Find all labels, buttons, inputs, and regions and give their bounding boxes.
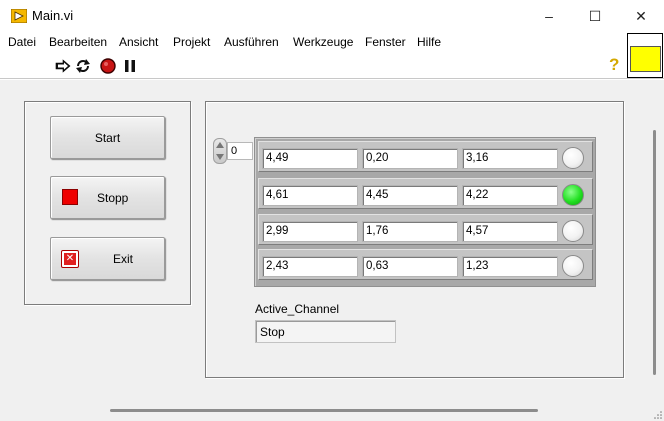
numeric-field[interactable]: 0,63 <box>362 256 458 277</box>
boolean-led[interactable] <box>562 220 584 242</box>
numeric-field[interactable]: 4,61 <box>262 185 358 206</box>
menu-projekt[interactable]: Projekt <box>173 35 210 49</box>
numeric-field[interactable]: 1,23 <box>462 256 558 277</box>
numeric-field[interactable]: 4,45 <box>362 185 458 206</box>
menu-ansicht[interactable]: Ansicht <box>119 35 158 49</box>
menu-datei[interactable]: Datei <box>8 35 36 49</box>
boolean-led[interactable] <box>562 147 584 169</box>
array-index-stepper[interactable] <box>213 138 227 164</box>
menu-fenster[interactable]: Fenster <box>365 35 406 49</box>
labview-vi-icon <box>11 9 27 23</box>
maximize-button[interactable]: ☐ <box>572 0 618 32</box>
start-button-label: Start <box>94 130 121 145</box>
boolean-led[interactable] <box>562 184 584 206</box>
start-button[interactable]: Start <box>50 116 165 159</box>
minimize-button[interactable]: – <box>526 0 572 32</box>
stop-button-label: Stopp <box>97 190 129 205</box>
horizontal-scrollbar[interactable] <box>110 409 538 412</box>
vertical-scrollbar[interactable] <box>653 130 656 375</box>
numeric-field[interactable]: 2,43 <box>262 256 358 277</box>
menu-werkzeuge[interactable]: Werkzeuge <box>293 35 353 49</box>
menu-hilfe[interactable]: Hilfe <box>417 35 441 49</box>
menu-bearbeiten[interactable]: Bearbeiten <box>49 35 107 49</box>
exit-x-icon: ✕ <box>61 250 79 268</box>
window-title: Main.vi <box>32 8 74 23</box>
stop-square-icon <box>62 189 78 205</box>
exit-button-label: Exit <box>113 251 134 266</box>
exit-button[interactable]: ✕ Exit <box>50 237 165 280</box>
numeric-field[interactable]: 1,76 <box>362 221 458 242</box>
numeric-field[interactable]: 3,16 <box>462 148 558 169</box>
numeric-field[interactable]: 4,49 <box>262 148 358 169</box>
numeric-field[interactable]: 0,20 <box>362 148 458 169</box>
run-arrow-icon[interactable] <box>55 59 71 73</box>
numeric-field[interactable]: 4,57 <box>462 221 558 242</box>
vi-icon-tile <box>630 46 661 72</box>
menu-ausfuehren[interactable]: Ausführen <box>224 35 279 49</box>
abort-icon[interactable] <box>100 58 116 74</box>
pause-icon[interactable] <box>124 60 136 72</box>
run-continuously-icon[interactable] <box>74 58 92 74</box>
context-help-icon[interactable]: ? <box>609 55 619 75</box>
numeric-field[interactable]: 2,99 <box>262 221 358 242</box>
close-button[interactable]: ✕ <box>618 0 664 32</box>
active-channel-indicator: Stop <box>255 320 396 343</box>
array-index-field[interactable]: 0 <box>227 142 253 160</box>
active-channel-label: Active_Channel <box>255 302 340 316</box>
stop-button[interactable]: Stopp <box>50 176 165 219</box>
decrement-arrow-icon[interactable] <box>216 154 224 160</box>
boolean-led[interactable] <box>562 255 584 277</box>
increment-arrow-icon[interactable] <box>216 142 224 148</box>
numeric-field[interactable]: 4,22 <box>462 185 558 206</box>
resize-grip-icon[interactable] <box>654 411 662 419</box>
